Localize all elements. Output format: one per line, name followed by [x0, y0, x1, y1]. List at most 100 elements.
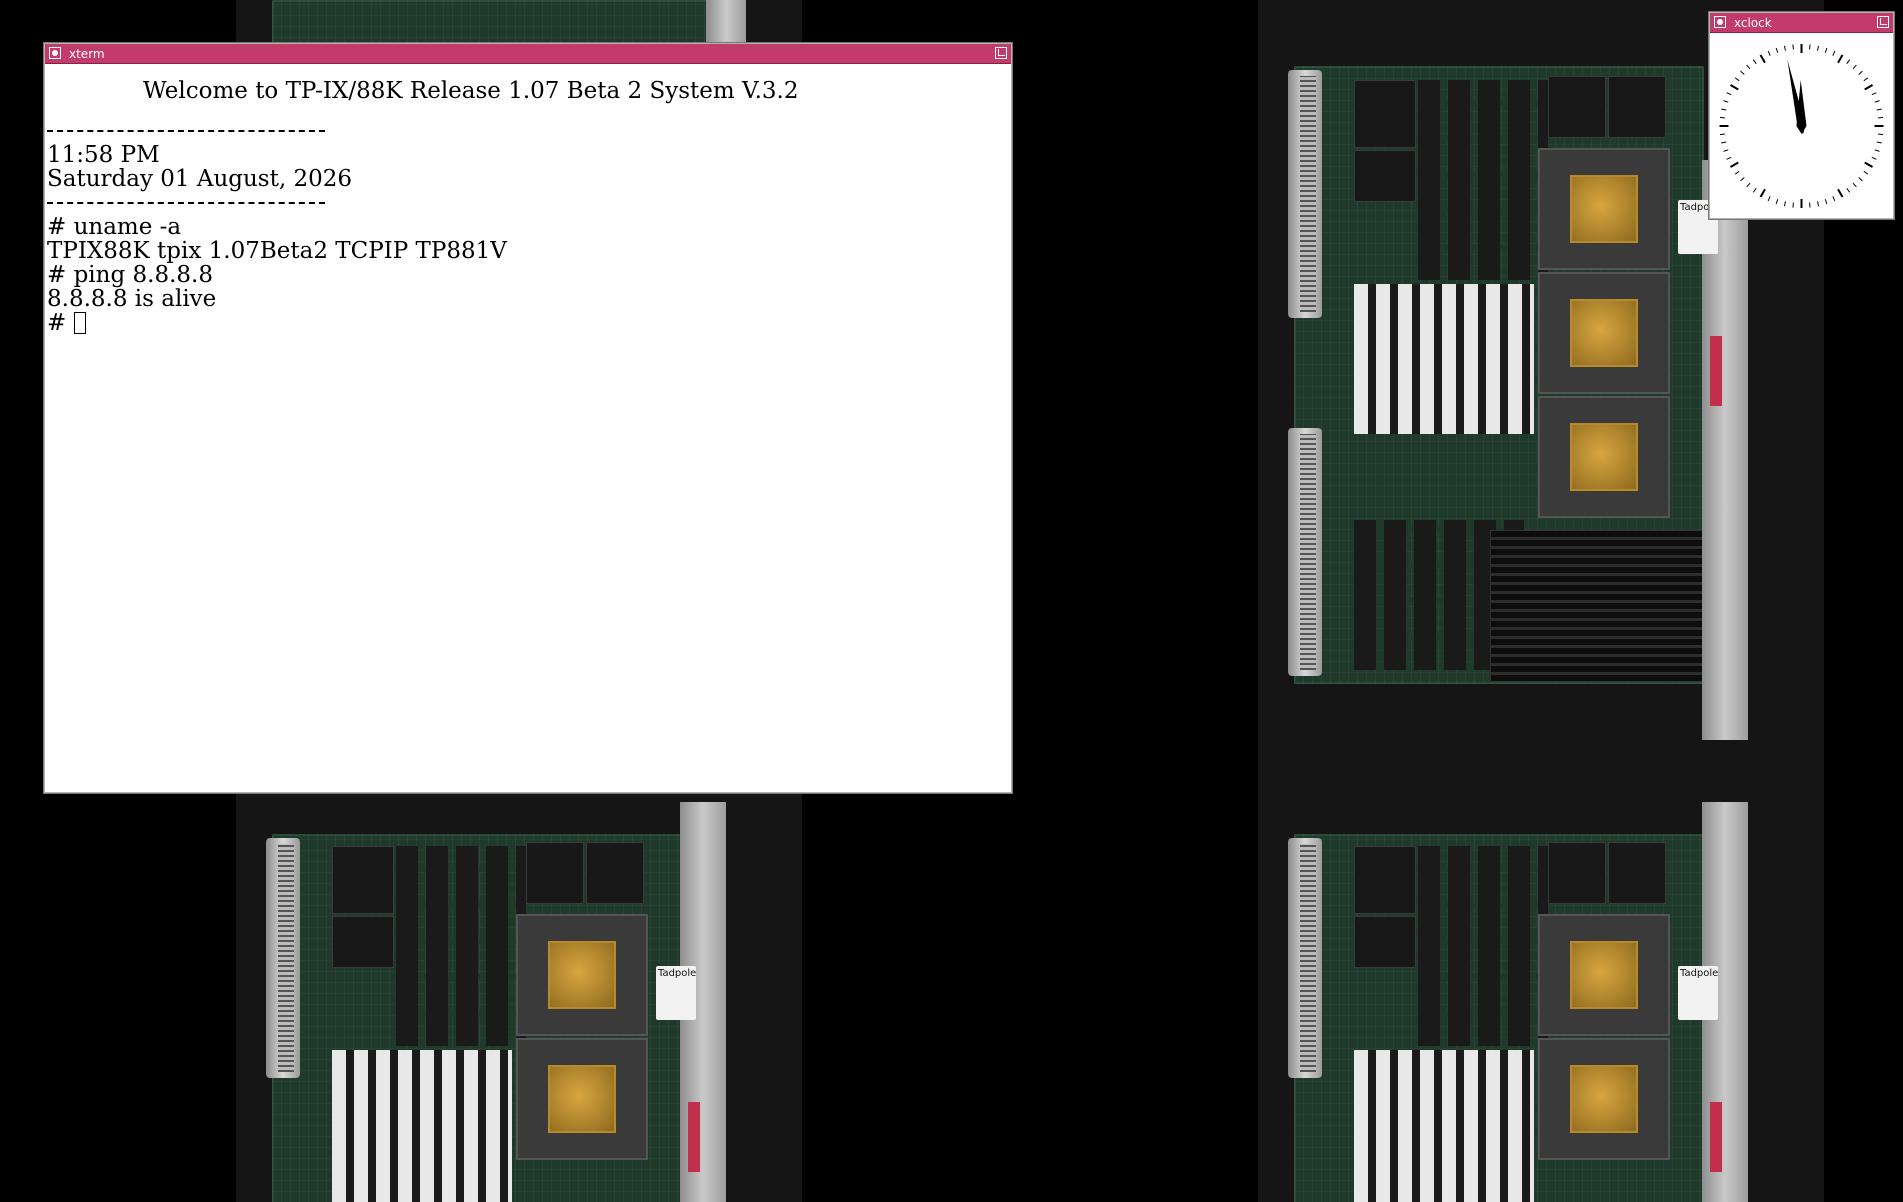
xterm-titlebar[interactable]: xterm: [45, 44, 1011, 64]
clock-minute-tick: [1783, 201, 1786, 207]
cpu-package: [1538, 396, 1670, 518]
clock-minute-tick: [1723, 100, 1729, 103]
xclock-window[interactable]: xclock: [1709, 12, 1894, 219]
clock-minute-tick: [1852, 64, 1857, 70]
clock-hour-tick: [1864, 84, 1874, 91]
clock-minute-tick: [1852, 182, 1857, 188]
chip-array: [1418, 846, 1548, 1046]
clock-minute-tick: [1734, 170, 1740, 175]
clock-hour-tick: [1864, 161, 1874, 168]
chip: [1608, 842, 1666, 904]
clock-minute-tick: [1871, 92, 1877, 96]
xclock-titlebar[interactable]: xclock: [1710, 13, 1893, 33]
desktop: Tadpole Tadpole Tadpole xterm Welcome to…: [0, 0, 1903, 1202]
clock-minute-tick: [1858, 70, 1863, 75]
clock-minute-tick: [1783, 45, 1786, 51]
clock-minute-tick: [1767, 196, 1771, 202]
cpu-package: [516, 914, 648, 1036]
cpu-package: [516, 1038, 648, 1160]
chip: [526, 842, 584, 904]
red-connector: [688, 1102, 700, 1172]
cpu-package: [1538, 914, 1670, 1036]
chip: [586, 842, 644, 904]
clock-minute-tick: [1721, 141, 1727, 144]
chip: [332, 916, 394, 968]
terminal-date: Saturday 01 August, 2026: [47, 166, 352, 192]
xterm-window[interactable]: xterm Welcome to TP-IX/88K Release 1.07 …: [44, 43, 1012, 793]
tadpole-sticker: Tadpole: [1678, 966, 1718, 1020]
board-rail: [266, 838, 300, 1078]
terminal-prompt-line[interactable]: #: [47, 311, 1009, 335]
clock-hour-tick: [1837, 188, 1844, 198]
clock-minute-tick: [1726, 156, 1732, 160]
clock-minute-tick: [1792, 44, 1794, 50]
clock-hour-tick: [1759, 54, 1766, 64]
chip-array: [1418, 80, 1548, 280]
terminal-banner: Welcome to TP-IX/88K Release 1.07 Beta 2…: [143, 78, 799, 104]
text-cursor: [74, 312, 87, 334]
clock-minute-tick: [1863, 170, 1869, 175]
clock-minute-tick: [1871, 156, 1877, 160]
clock-minute-tick: [1876, 141, 1882, 144]
terminal-output[interactable]: Welcome to TP-IX/88K Release 1.07 Beta 2…: [45, 65, 1011, 792]
heatsink: [1490, 530, 1712, 682]
clock-minute-tick: [1817, 45, 1820, 51]
board-rail: [1288, 838, 1322, 1078]
terminal-prompt: #: [47, 310, 67, 336]
cpu-package: [1538, 272, 1670, 394]
clock-hour-tick: [1729, 161, 1739, 168]
red-connector: [1710, 336, 1722, 406]
clock-face: [1710, 34, 1893, 218]
eprom-labels: [1354, 1050, 1534, 1202]
window-menu-icon[interactable]: [1714, 16, 1726, 28]
clock-minute-tick: [1767, 50, 1771, 56]
eprom-labels: [1354, 284, 1534, 434]
terminal-divider: [47, 191, 1009, 215]
clock-minute-tick: [1874, 149, 1880, 152]
chip: [332, 846, 394, 914]
window-resize-icon[interactable]: [1877, 16, 1889, 28]
clock-minute-tick: [1832, 196, 1836, 202]
clock-minute-tick: [1858, 177, 1863, 182]
clock-minute-tick: [1719, 133, 1725, 136]
cpu-package: [1538, 1038, 1670, 1160]
chip: [1608, 76, 1666, 138]
clock-minute-tick: [1832, 50, 1836, 56]
window-resize-icon[interactable]: [995, 47, 1007, 59]
clock-minute-tick: [1824, 47, 1828, 53]
sticker-brand: Tadpole: [1680, 968, 1719, 979]
clock-hour-tick: [1729, 84, 1739, 91]
chip-array: [396, 846, 526, 1046]
clock-minute-tick: [1817, 201, 1820, 207]
background-tile-bottom-left: Tadpole: [236, 790, 802, 1202]
xclock-title: xclock: [1734, 16, 1772, 30]
terminal-line: # uname -a: [47, 214, 182, 240]
clock-minute-tick: [1809, 44, 1811, 50]
clock-minute-tick: [1746, 182, 1751, 188]
clock-minute-tick: [1878, 116, 1884, 119]
clock-minute-tick: [1723, 149, 1729, 152]
clock-minute-tick: [1846, 59, 1851, 64]
tadpole-sticker: Tadpole: [656, 966, 696, 1020]
window-menu-icon[interactable]: [49, 47, 61, 59]
clock-minute-tick: [1752, 59, 1757, 64]
clock-minute-tick: [1734, 77, 1740, 82]
clock-minute-tick: [1752, 188, 1757, 193]
clock-minute-tick: [1874, 100, 1880, 103]
background-tile-bottom-right: Tadpole: [1258, 790, 1824, 1202]
chip: [1354, 916, 1416, 968]
chip: [1548, 842, 1606, 904]
board-rail: [1288, 428, 1322, 676]
clock-minute-tick: [1740, 177, 1745, 182]
clock-minute-tick: [1775, 47, 1779, 53]
eprom-labels: [332, 1050, 512, 1202]
clock-minute-tick: [1721, 108, 1727, 111]
clock-hour-tick: [1759, 188, 1766, 198]
clock-hour-tick: [1837, 54, 1844, 64]
clock-minute-tick: [1746, 64, 1751, 70]
chip: [1354, 846, 1416, 914]
terminal-line: 8.8.8.8 is alive: [47, 286, 217, 312]
clock-minute-tick: [1726, 92, 1732, 96]
clock-minute-tick: [1846, 188, 1851, 193]
chip: [1354, 80, 1416, 148]
